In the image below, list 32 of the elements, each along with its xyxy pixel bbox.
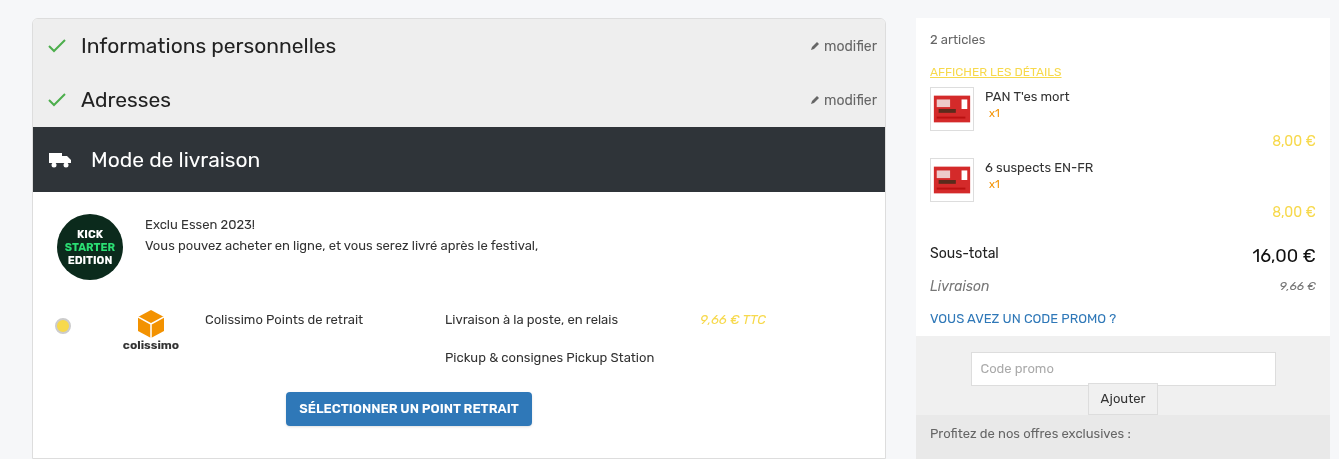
step-title: Mode de livraison xyxy=(91,145,261,174)
product-quantity: x1 xyxy=(989,106,1001,122)
promo-code-field[interactable]: Code promo xyxy=(970,352,1276,386)
radio-button[interactable] xyxy=(55,318,71,334)
edition-logo: KICK STARTER EDITION xyxy=(57,214,123,280)
product-price: 8,00 € xyxy=(1272,202,1316,223)
article-count: 2 articles xyxy=(930,31,987,49)
promo-code-link[interactable]: VOUS AVEZ UN CODE PROMO ? xyxy=(930,308,1316,328)
pencil-icon xyxy=(809,95,820,105)
colissimo-logo: colissimo xyxy=(123,310,179,392)
subtotal-label: Sous-total xyxy=(930,243,999,264)
select-pickup-button[interactable]: SÉLECTIONNER UN POINT RETRAIT xyxy=(286,392,532,426)
offers-text: Profitez de nos offres exclusives : xyxy=(930,426,1131,441)
step-title: Adresses xyxy=(81,86,171,115)
delivery-delay: Livraison à la poste, en relais xyxy=(445,311,620,329)
product-name: PAN T'es mort xyxy=(985,87,1070,106)
product-name: 6 suspects EN-FR xyxy=(985,158,1094,177)
product-quantity: x1 xyxy=(989,177,1001,193)
delivery-delay: Pickup & consignes Pickup Station xyxy=(445,349,656,367)
subtotal-value: 16,00 € xyxy=(1252,243,1316,269)
pencil-icon xyxy=(809,41,820,51)
truck-icon xyxy=(49,151,71,168)
shipping-label: Livraison xyxy=(930,276,990,297)
product-price: 8,00 € xyxy=(1272,131,1316,152)
edit-link[interactable]: modifier xyxy=(809,89,877,111)
notice-title: Exclu Essen 2023! xyxy=(145,216,257,234)
edit-link[interactable]: modifier xyxy=(809,35,877,57)
notice-text: Vous pouvez acheter en ligne, et vous serez livré après le festival, xyxy=(145,237,539,255)
shipping-value: 9,66 € xyxy=(1279,278,1316,295)
carrier-price: 9,66 € TTC xyxy=(700,311,766,329)
step-title: Informations personnelles xyxy=(81,32,337,61)
carrier-name: Colissimo Points de retrait xyxy=(205,311,365,329)
